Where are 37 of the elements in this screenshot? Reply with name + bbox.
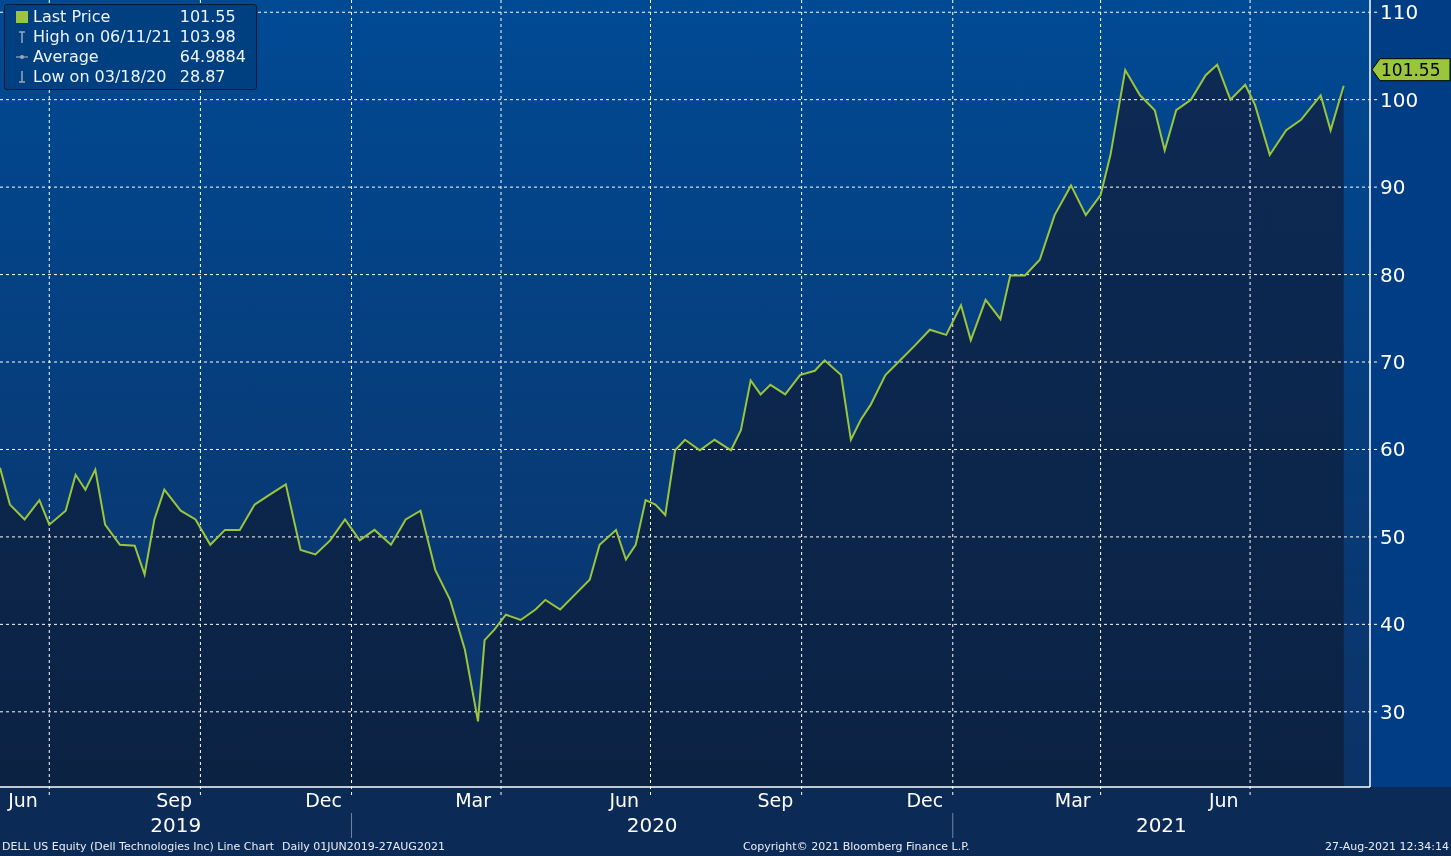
x-axis-label: Jun [1208,789,1239,811]
date-range: Daily 01JUN2019-27AUG2021 [282,838,445,855]
legend-label: Last Price [33,7,112,27]
y-axis-label: 70 [1380,350,1406,374]
x-axis-label: Dec [305,789,342,811]
y-axis-label: 40 [1380,612,1406,637]
year-label: 2020 [626,813,678,837]
legend-label: Low on 03/18/20 [33,67,168,87]
x-axis-label: Mar [1054,789,1091,811]
y-axis-label: 90 [1380,175,1406,200]
legend-value: 103.98 [179,27,237,47]
series-swatch-icon [16,11,28,23]
legend-value: 28.87 [179,67,227,87]
y-axis-label: 80 [1380,262,1406,287]
y-axis-label: 30 [1380,699,1406,724]
x-axis-label: Jun [8,789,38,811]
x-axis-label: Jun [609,789,640,811]
y-axis-label: 50 [1380,524,1406,549]
x-axis-label: Dec [906,789,944,811]
x-axis-label: Sep [757,789,794,811]
y-axis-label: 110 [1380,0,1419,25]
legend-label: High on 06/11/21 [33,27,173,47]
low-marker-icon [16,70,28,84]
x-axis-label: Mar [455,789,491,811]
chart-description: DELL US Equity (Dell Technologies Inc) Line Chart [2,838,274,855]
legend-value: 64.9884 [179,47,246,67]
high-marker-icon [16,30,28,44]
legend-value: 101.55 [179,7,237,27]
year-label: 2021 [1135,813,1187,837]
y-axis-label: 60 [1380,437,1406,462]
year-label: 2019 [150,813,202,837]
last-price-tag: 101.55 [1371,58,1451,82]
y-axis-label: 100 [1380,87,1419,112]
x-axis-label: Sep [156,789,193,811]
timestamp: 27-Aug-2021 12:34:14 [1324,838,1449,855]
copyright-text: Copyright© 2021 Bloomberg Finance L.P. [742,838,970,855]
legend-label: Average [33,47,100,67]
